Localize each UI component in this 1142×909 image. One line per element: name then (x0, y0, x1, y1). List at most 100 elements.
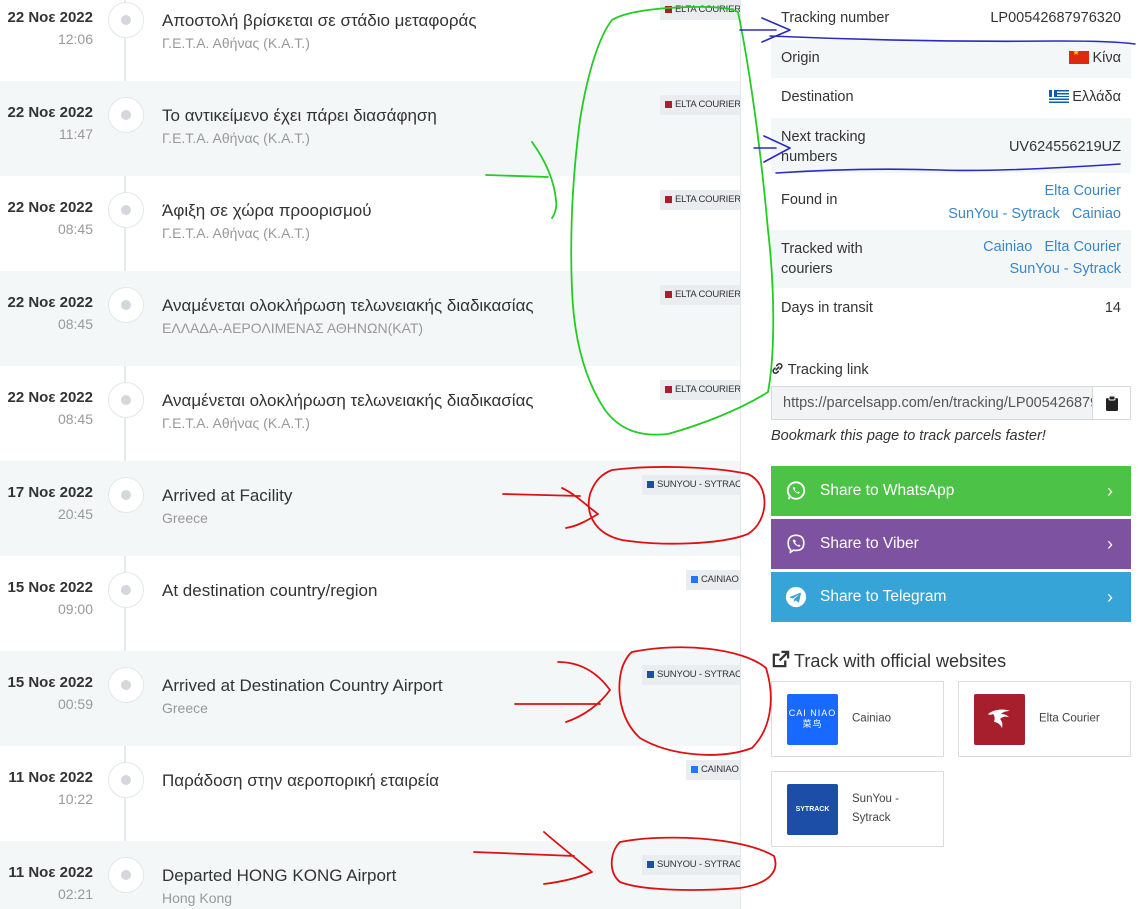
origin-country: Κίνα (1092, 50, 1121, 66)
event-time: 02:21 (57, 886, 93, 902)
courier-name: SUNYOU - SYTRACK (657, 669, 741, 680)
tracked-with-label: Tracked with couriers (781, 241, 863, 277)
origin-label: Origin (781, 50, 820, 66)
courier-badge: ELTA COURIER (660, 380, 740, 400)
event-title: Το αντικείμενο έχει πάρει διασάφηση (162, 106, 437, 125)
row-days-in-transit: Days in transit 14 (771, 288, 1131, 328)
official-websites-heading: Track with official websites (771, 650, 1006, 672)
courier-name: ELTA COURIER (675, 194, 741, 205)
timeline-event: 22 Νοε 2022 12:06 Αποστολή βρίσκεται σε στ… (0, 0, 740, 81)
share-viber-label: Share to Viber (820, 535, 919, 552)
event-dot-icon (108, 667, 144, 703)
event-time: 09:00 (57, 601, 93, 617)
row-found-in: Found in Elta Courier SunYou - Sytrack C… (771, 173, 1131, 230)
official-card-name: Cainiao (852, 712, 891, 725)
courier-flag-icon (647, 860, 654, 868)
timeline-event: 22 Νοε 2022 08:45 Άφιξη σε χώρα προορισμού… (0, 176, 740, 271)
courier-flag-icon (665, 290, 672, 298)
event-title: Αποστολή βρίσκεται σε στάδιο μεταφοράς (162, 11, 477, 30)
courier-flag-icon (665, 195, 672, 203)
tracking-link-label: Tracking link (787, 362, 869, 378)
share-telegram-button[interactable]: Share to Telegram › (771, 572, 1131, 622)
event-location: Γ.Ε.Τ.Α. Αθήνας (Κ.Α.Τ.) (162, 415, 310, 431)
event-title: Arrived at Facility (162, 486, 293, 505)
found-in-link-cainiao[interactable]: Cainiao (1072, 206, 1121, 222)
days-in-transit-label: Days in transit (781, 300, 873, 316)
courier-flag-icon (665, 100, 672, 108)
event-date: 22 Νοε 2022 (7, 199, 93, 216)
next-tracking-value: UV624556219UZ (1008, 139, 1121, 155)
sytrack-logo-icon: SYTRACK (787, 784, 838, 835)
event-date: 17 Νοε 2022 (7, 484, 93, 501)
found-in-label: Found in (781, 192, 838, 208)
official-websites-title: Track with official websites (794, 651, 1007, 671)
event-time: 12:06 (57, 31, 93, 47)
courier-name: ELTA COURIER (675, 4, 741, 15)
courier-name: ELTA COURIER (675, 99, 741, 110)
whatsapp-icon (786, 481, 806, 500)
elta-logo-icon (974, 694, 1025, 745)
courier-flag-icon (647, 670, 654, 678)
event-title: Departed HONG KONG Airport (162, 866, 397, 885)
share-viber-button[interactable]: Share to Viber › (771, 519, 1131, 569)
courier-badge: SUNYOU - SYTRACK (642, 855, 740, 875)
found-in-link-sunyou[interactable]: SunYou - Sytrack (948, 206, 1060, 222)
event-dot-icon (108, 477, 144, 513)
greece-flag-icon (1049, 90, 1070, 103)
timeline-event: 11 Νοε 2022 10:22 Παράδοση στην αεροπορική… (0, 746, 740, 841)
official-card-name: SunYou - Sytrack (852, 793, 899, 824)
courier-name: CAINIAO (701, 574, 739, 585)
event-date: 15 Νοε 2022 (7, 674, 93, 691)
tracked-with-link-elta[interactable]: Elta Courier (1044, 239, 1121, 255)
courier-badge: ELTA COURIER (660, 285, 741, 305)
chevron-right-icon: › (1107, 534, 1113, 554)
event-title: Άφιξη σε χώρα προορισμού (162, 201, 372, 220)
courier-badge: SUNYOU - SYTRACK (642, 665, 741, 685)
event-time: 08:45 (57, 221, 93, 237)
event-title: Αναμένεται ολοκλήρωση τελωνειακής διαδικ… (162, 296, 534, 315)
official-card-elta[interactable]: Elta Courier (958, 681, 1131, 757)
next-tracking-label: Next tracking numbers (781, 129, 866, 165)
timeline-event: 17 Νοε 2022 20:45 Arrived at Facility Greec… (0, 461, 740, 556)
courier-flag-icon (665, 385, 672, 393)
event-date: 15 Νοε 2022 (7, 579, 93, 596)
share-whatsapp-button[interactable]: Share to WhatsApp › (771, 466, 1131, 516)
courier-badge: ELTA COURIER (660, 95, 741, 115)
courier-name: SUNYOU - SYTRACK (657, 479, 741, 490)
tracking-link-input[interactable]: https://parcelsapp.com/en/tracking/LP005… (772, 387, 1092, 419)
tracked-with-link-cainiao[interactable]: Cainiao (983, 239, 1032, 255)
timeline-event: 22 Νοε 2022 08:45 Αναμένεται ολοκλήρωση τε… (0, 366, 740, 461)
tracking-link-heading: Tracking link (771, 362, 869, 378)
event-time: 00:59 (57, 696, 93, 712)
courier-name: ELTA COURIER (675, 289, 741, 300)
event-dot-icon (108, 2, 144, 38)
courier-badge: CAINIAO (686, 570, 740, 590)
event-location: ΕΛΛΑΔΑ-ΑΕΡΟΛΙΜΕΝΑΣ ΑΘΗΝΩΝ(ΚΑΤ) (162, 320, 424, 336)
event-time: 11:47 (59, 126, 93, 142)
courier-flag-icon (691, 765, 698, 773)
tracked-with-link-sunyou[interactable]: SunYou - Sytrack (1010, 261, 1122, 277)
tracking-timeline: 22 Νοε 2022 12:06 Αποστολή βρίσκεται σε στ… (0, 0, 741, 909)
courier-flag-icon (647, 480, 654, 488)
cainiao-logo-icon: CAI NIAO 菜鸟 (787, 694, 838, 745)
event-title: Arrived at Destination Country Airport (162, 676, 443, 695)
destination-value: Ελλάδα (1049, 89, 1121, 105)
official-card-sunyou[interactable]: SYTRACK SunYou - Sytrack (771, 771, 944, 847)
event-time: 10:22 (57, 791, 93, 807)
event-location: Γ.Ε.Τ.Α. Αθήνας (Κ.Α.Τ.) (162, 35, 310, 51)
event-dot-icon (108, 857, 144, 893)
china-flag-icon (1069, 51, 1090, 64)
tracking-number-value: LP00542687976320 (990, 10, 1121, 26)
event-time: 08:45 (57, 411, 93, 427)
official-card-name: Elta Courier (1039, 712, 1100, 725)
courier-flag-icon (691, 575, 698, 583)
timeline-event: 15 Νοε 2022 00:59 Arrived at Destination C… (0, 651, 740, 746)
official-card-cainiao[interactable]: CAI NIAO 菜鸟 Cainiao (771, 681, 944, 757)
copy-link-button[interactable] (1092, 387, 1130, 419)
courier-name: CAINIAO (701, 764, 739, 775)
event-time: 20:45 (57, 506, 93, 522)
event-date: 22 Νοε 2022 (7, 389, 93, 406)
found-in-link-elta[interactable]: Elta Courier (1044, 183, 1121, 199)
hermes-head-icon (988, 709, 1010, 728)
timeline-event: 11 Νοε 2022 02:21 Departed HONG KONG Airpo… (0, 841, 740, 909)
